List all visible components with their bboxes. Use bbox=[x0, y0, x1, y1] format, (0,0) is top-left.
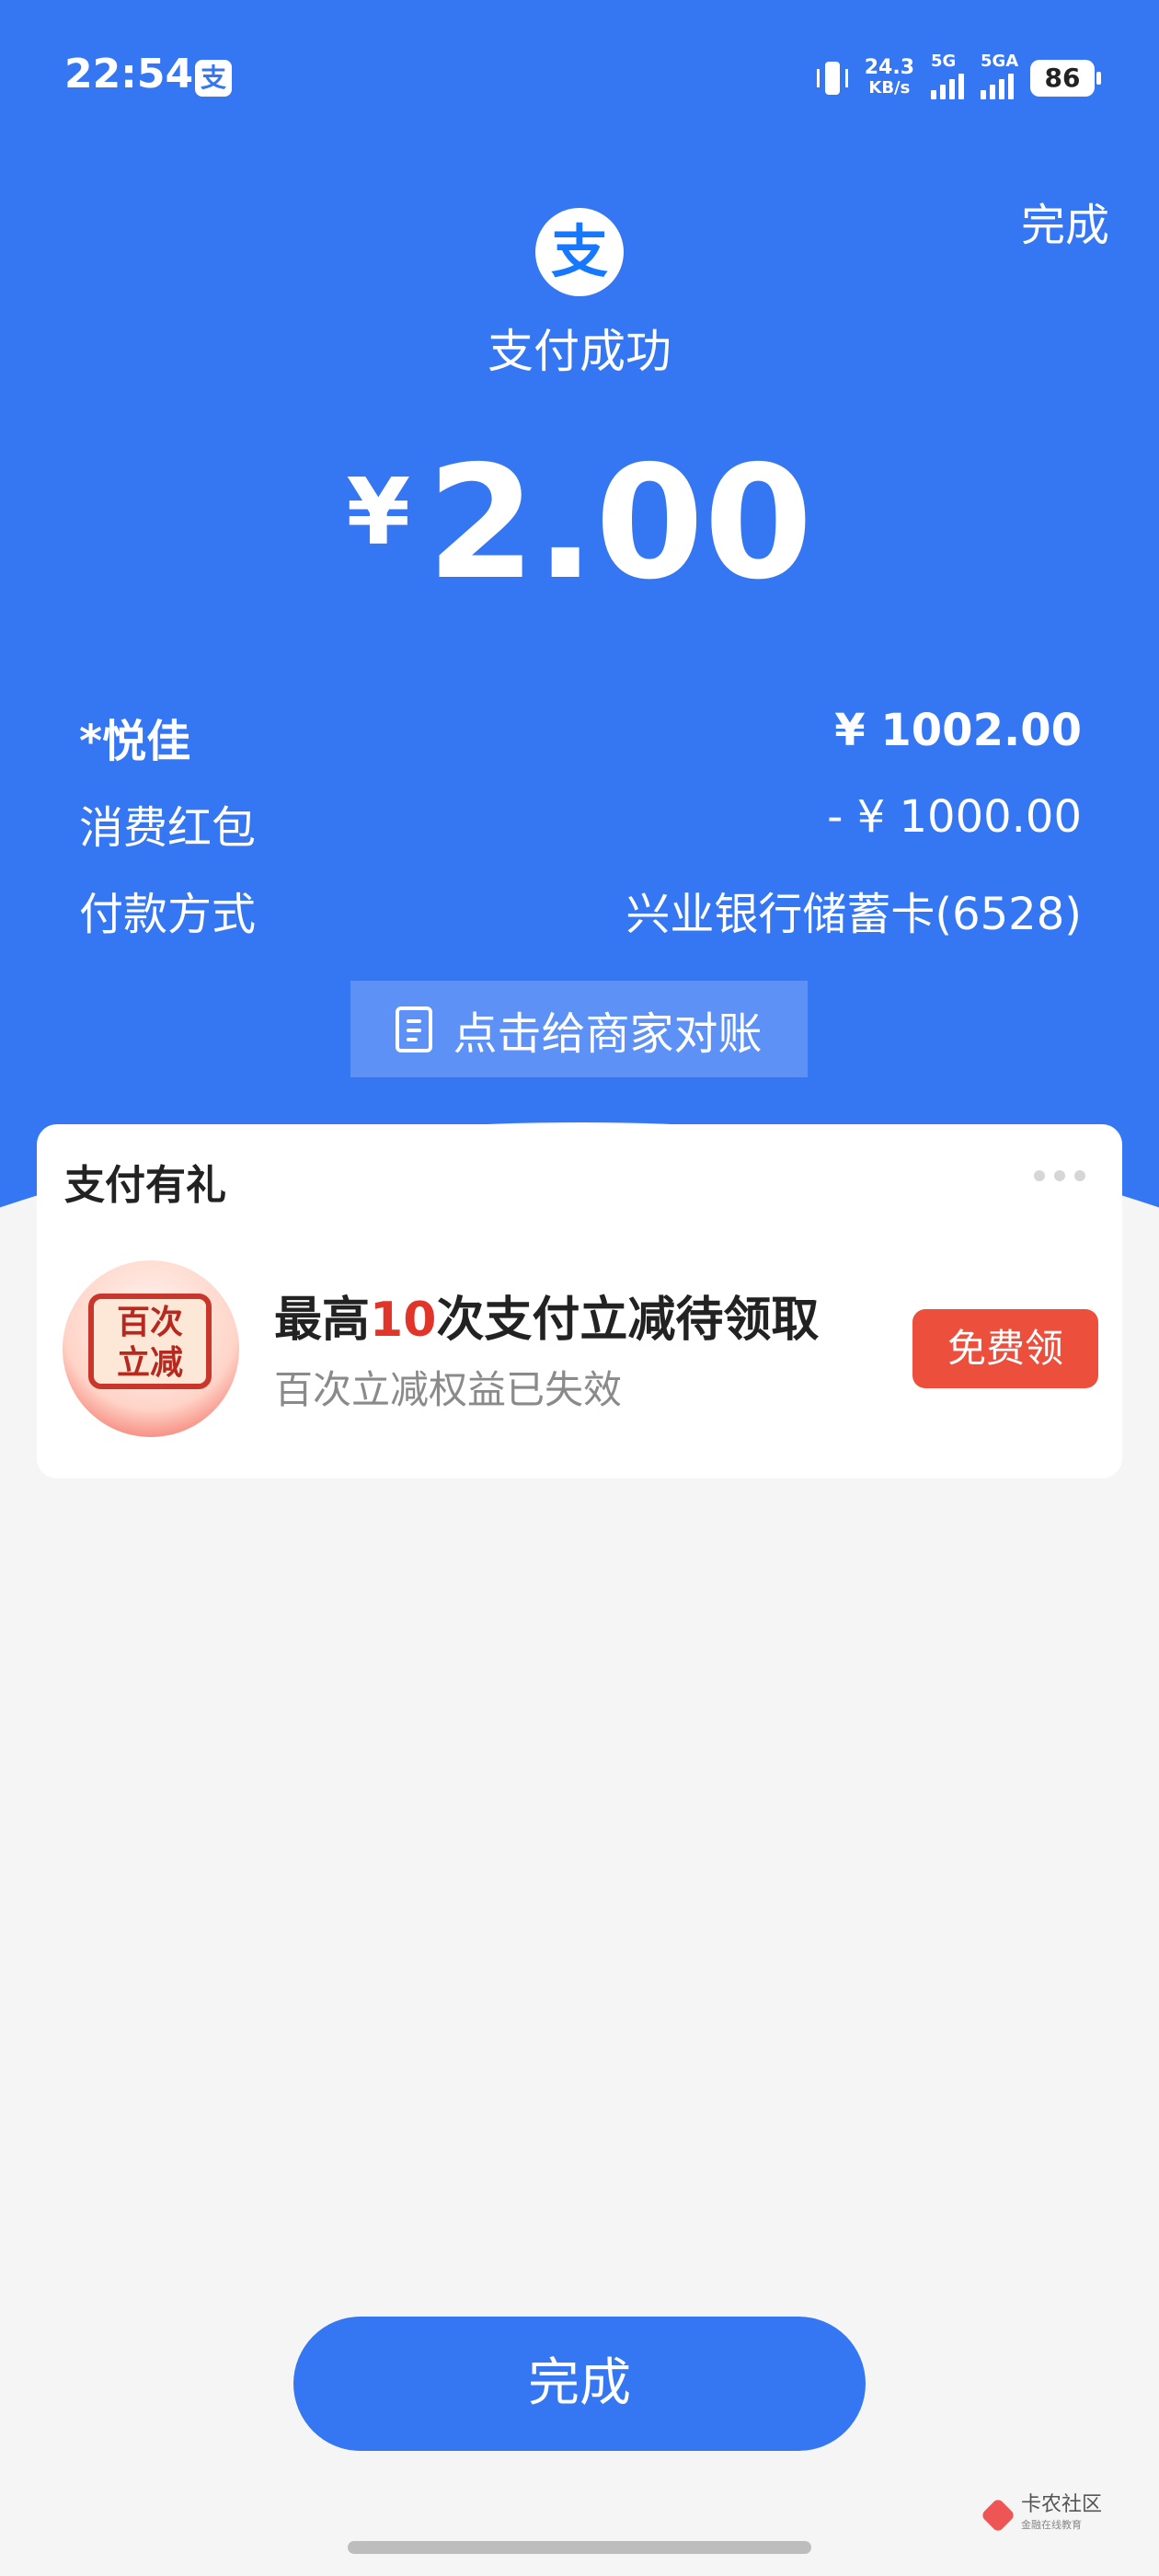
sim1-label: 5G bbox=[931, 52, 957, 71]
badge-text: 百次 立减 bbox=[88, 1294, 212, 1389]
promo-headline: 最高10次支付立减待领取 bbox=[274, 1281, 819, 1350]
battery-icon: 86 bbox=[1030, 60, 1101, 97]
currency-symbol: ¥ bbox=[346, 458, 411, 566]
detail-value: ¥ 1002.00 bbox=[834, 705, 1082, 756]
signal-sim1-icon: 5G bbox=[931, 52, 964, 99]
amount-value: 2.00 bbox=[427, 432, 813, 615]
payment-status: 支付成功 bbox=[488, 325, 671, 378]
signal-sim2-icon: 5GA bbox=[981, 52, 1018, 99]
network-speed-unit: KB/s bbox=[868, 78, 911, 98]
payment-amount: ¥2.00 bbox=[0, 432, 1159, 615]
watermark-subtitle: 金融在线教育 bbox=[1020, 2519, 1082, 2531]
headline-prefix: 最高 bbox=[274, 1293, 371, 1348]
detail-label: 付款方式 bbox=[79, 889, 257, 940]
detail-value: - ¥ 1000.00 bbox=[827, 791, 1082, 843]
alipay-notification-icon: 支 bbox=[195, 60, 232, 97]
vibrate-icon bbox=[816, 60, 848, 97]
watermark-title: 卡农社区 bbox=[1020, 2493, 1102, 2516]
detail-value: 兴业银行储蓄卡(6528) bbox=[625, 889, 1082, 940]
home-indicator[interactable] bbox=[348, 2541, 811, 2554]
badge-line-2: 立减 bbox=[116, 1344, 183, 1382]
detail-label: 消费红包 bbox=[79, 802, 257, 854]
detail-row-merchant: *悦佳 ¥ 1002.00 bbox=[79, 705, 1082, 767]
more-options-icon[interactable] bbox=[1034, 1170, 1085, 1181]
reconcile-label: 点击给商家对账 bbox=[453, 1007, 763, 1060]
header-done-button[interactable]: 完成 bbox=[1021, 189, 1109, 253]
sim2-label: 5GA bbox=[981, 52, 1019, 71]
headline-highlight: 10 bbox=[370, 1293, 437, 1348]
watermark-text: 卡农社区 金融在线教育 bbox=[1021, 2495, 1102, 2536]
badge-line-1: 百次 bbox=[116, 1304, 183, 1341]
promo-card: 支付有礼 百次 立减 最高10次支付立减待领取 百次立减权益已失效 免费领 bbox=[37, 1124, 1122, 1478]
status-indicators: 24.3 KB/s 5G 5GA 86 bbox=[816, 52, 1101, 101]
promo-subtitle: 百次立减权益已失效 bbox=[274, 1367, 623, 1412]
watermark-logo-icon bbox=[980, 2497, 1016, 2534]
free-claim-button[interactable]: 免费领 bbox=[912, 1309, 1098, 1388]
done-button[interactable]: 完成 bbox=[293, 2317, 866, 2451]
detail-row-red-packet: 消费红包 - ¥ 1000.00 bbox=[79, 791, 1082, 854]
headline-suffix: 次支付立减待领取 bbox=[436, 1293, 820, 1348]
document-icon bbox=[396, 1006, 433, 1052]
status-time: 22:54 bbox=[64, 51, 194, 98]
alipay-logo-icon: 支 bbox=[535, 208, 624, 296]
reconcile-button[interactable]: 点击给商家对账 bbox=[350, 981, 808, 1077]
detail-row-payment-method: 付款方式 兴业银行储蓄卡(6528) bbox=[79, 878, 1082, 940]
network-speed-value: 24.3 bbox=[864, 56, 914, 79]
network-speed: 24.3 KB/s bbox=[865, 58, 914, 98]
header-section bbox=[0, 0, 1159, 1270]
detail-label: *悦佳 bbox=[79, 716, 191, 767]
promo-card-title: 支付有礼 bbox=[64, 1162, 226, 1209]
hundred-discount-badge-icon: 百次 立减 bbox=[63, 1260, 239, 1437]
watermark: 卡农社区 金融在线教育 bbox=[980, 2495, 1102, 2536]
